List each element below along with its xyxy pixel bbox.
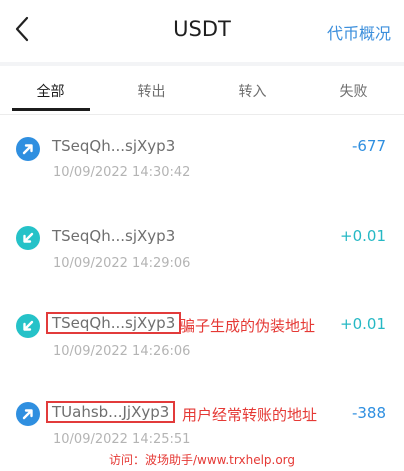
transaction-address: TSeqQh...sjXyp3 bbox=[52, 137, 176, 155]
highlighted-transaction-address: TUahsb...JjXyp3 bbox=[46, 401, 176, 423]
transaction-row[interactable]: TSeqQh...sjXyp3 10/09/2022 14:30:42 -677 bbox=[0, 125, 404, 205]
transaction-row[interactable]: TSeqQh...sjXyp3 10/09/2022 14:29:06 +0.0… bbox=[0, 212, 404, 292]
highlighted-transaction-address: TSeqQh...sjXyp3 bbox=[46, 312, 182, 334]
app-header: USDT 代币概况 bbox=[0, 0, 404, 62]
transaction-time: 10/09/2022 14:26:06 bbox=[53, 344, 191, 359]
filter-tabs: 全部 转出 转入 失败 bbox=[0, 66, 404, 114]
tab-outgoing[interactable]: 转出 bbox=[101, 81, 202, 101]
transaction-time: 10/09/2022 14:29:06 bbox=[53, 256, 191, 271]
watermark-footer: 访问：波场助手/www.trxhelp.org bbox=[108, 453, 296, 467]
transaction-time: 10/09/2022 14:25:51 bbox=[53, 432, 191, 447]
transaction-amount: +0.01 bbox=[340, 227, 386, 245]
transaction-amount: -677 bbox=[351, 137, 386, 155]
tab-incoming[interactable]: 转入 bbox=[202, 81, 303, 101]
transaction-time: 10/09/2022 14:30:42 bbox=[53, 165, 191, 180]
tab-all[interactable]: 全部 bbox=[0, 81, 101, 101]
real-address-annotation: 用户经常转账的地址 bbox=[182, 406, 318, 424]
incoming-arrow-icon bbox=[16, 314, 40, 338]
outgoing-arrow-icon bbox=[16, 402, 40, 426]
transaction-address: TSeqQh...sjXyp3 bbox=[52, 227, 176, 245]
tab-failed[interactable]: 失败 bbox=[303, 81, 404, 101]
transaction-amount: -388 bbox=[351, 404, 386, 422]
token-overview-link[interactable]: 代币概况 bbox=[327, 20, 391, 44]
active-tab-indicator bbox=[12, 108, 90, 111]
tabs-border bbox=[0, 114, 404, 115]
transaction-amount: +0.01 bbox=[340, 315, 386, 333]
fake-address-annotation: 骗子生成的伪装地址 bbox=[180, 317, 316, 335]
outgoing-arrow-icon bbox=[16, 137, 40, 161]
incoming-arrow-icon bbox=[16, 226, 40, 250]
transaction-row[interactable]: TSeqQh...sjXyp3 骗子生成的伪装地址 10/09/2022 14:… bbox=[0, 300, 404, 380]
